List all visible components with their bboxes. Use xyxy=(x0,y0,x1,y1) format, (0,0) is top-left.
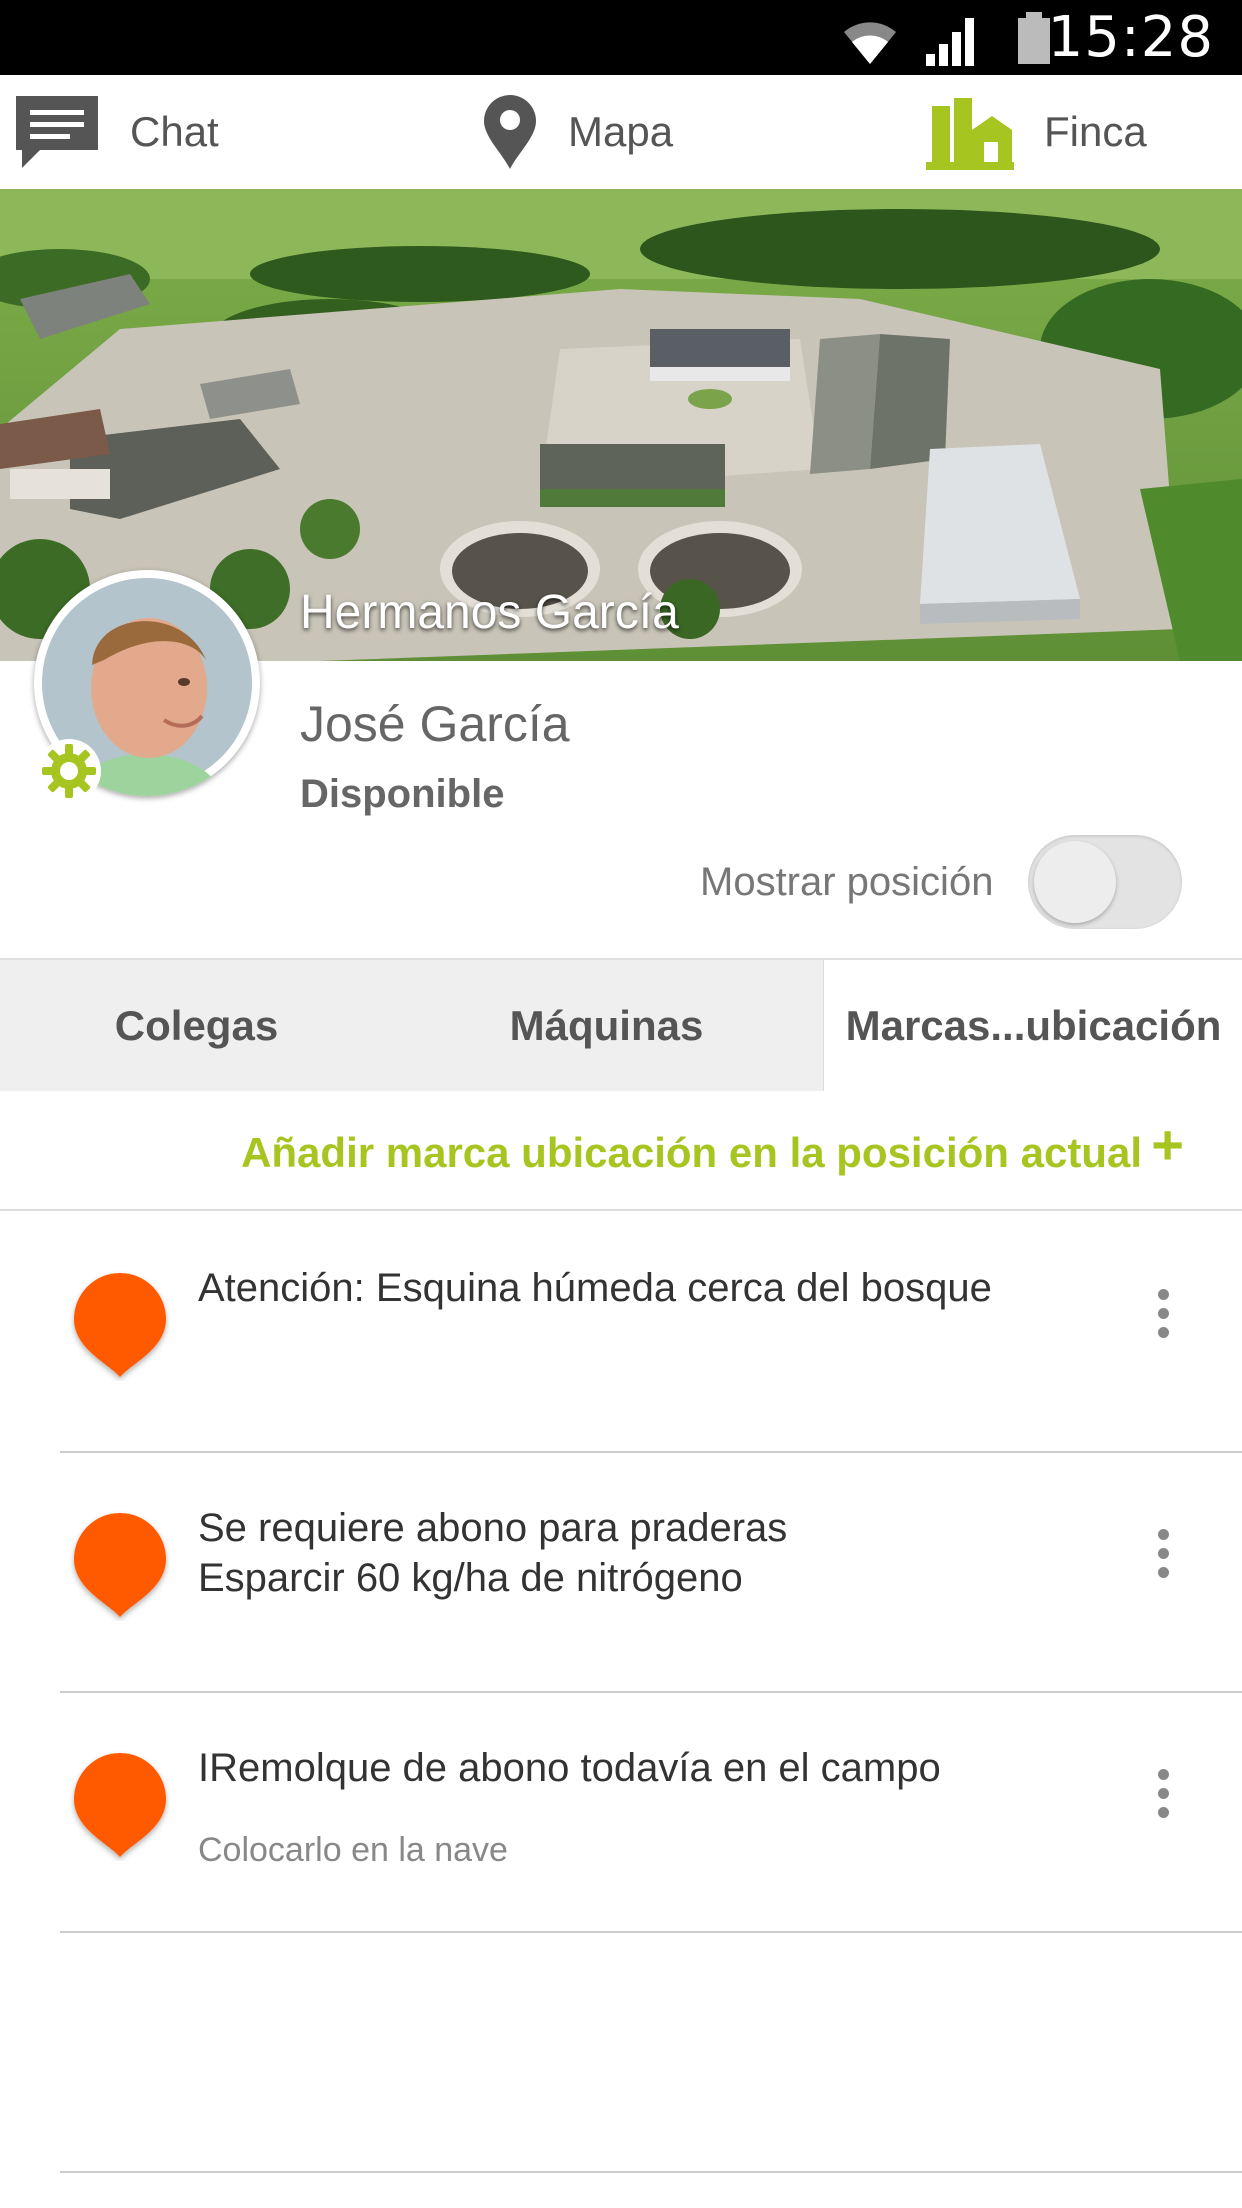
marker-title: IRemolque de abono todavía en el campo xyxy=(198,1743,941,1793)
more-options-icon[interactable] xyxy=(1148,1529,1178,1589)
list-item[interactable]: Se requiere abono para praderas Esparcir… xyxy=(60,1451,1242,1693)
marker-title-line: IRemolque de abono todavía en el campo xyxy=(198,1746,941,1790)
user-status: Disponible xyxy=(300,772,505,816)
location-marker-icon xyxy=(74,1753,166,1857)
marker-title-line: Se requiere abono para praderas xyxy=(198,1506,788,1550)
add-marker-label: Añadir marca ubicación en la posición ac… xyxy=(241,1129,1142,1176)
location-marker-icon xyxy=(74,1513,166,1617)
nav-farm-label: Finca xyxy=(1044,108,1147,155)
nav-map-label: Mapa xyxy=(568,108,674,155)
nav-farm[interactable]: Finca xyxy=(926,75,1147,189)
settings-gear-icon[interactable] xyxy=(36,738,102,804)
wifi-icon xyxy=(844,22,896,64)
nav-map[interactable]: Mapa xyxy=(482,75,673,189)
nav-chat[interactable]: Chat xyxy=(14,75,219,189)
more-options-icon[interactable] xyxy=(1148,1769,1178,1829)
signal-icon xyxy=(926,18,974,66)
plus-icon: + xyxy=(1151,1113,1184,1176)
tab-machines[interactable]: Máquinas xyxy=(410,960,803,1091)
location-marker-icon xyxy=(74,1273,166,1377)
list-item[interactable]: Atención: Esquina húmeda cerca del bosqu… xyxy=(60,1211,1242,1453)
user-name: José García xyxy=(300,696,570,752)
marker-title-line: Esparcir 60 kg/ha de nitrógeno xyxy=(198,1556,743,1600)
marker-title-line: Atención: Esquina húmeda cerca del bosqu… xyxy=(198,1266,992,1310)
tab-colleagues[interactable]: Colegas xyxy=(0,960,393,1091)
farm-name: Hermanos García xyxy=(300,586,679,639)
tab-bar: Colegas Máquinas Marcas...ubicación xyxy=(0,958,1242,1091)
marker-subtitle: Colocarlo en la nave xyxy=(198,1831,508,1869)
top-nav: Chat Mapa Finca xyxy=(0,75,1242,191)
clock: 15:28 xyxy=(1047,5,1214,70)
toggle-knob xyxy=(1034,841,1116,923)
list-item[interactable]: IRemolque de abono todavía en el campo C… xyxy=(60,1691,1242,1933)
chat-icon xyxy=(16,96,98,168)
more-options-icon[interactable] xyxy=(1148,1289,1178,1349)
farm-icon xyxy=(926,98,1014,170)
marker-title: Atención: Esquina húmeda cerca del bosqu… xyxy=(198,1263,992,1313)
nav-chat-label: Chat xyxy=(130,108,219,155)
map-pin-icon xyxy=(484,95,536,169)
add-location-marker-button[interactable]: Añadir marca ubicación en la posición ac… xyxy=(0,1089,1242,1211)
show-position-toggle[interactable] xyxy=(1028,835,1182,929)
status-bar: 15:28 xyxy=(0,0,1242,75)
tab-location-marks[interactable]: Marcas...ubicación xyxy=(823,960,1242,1091)
marker-title: Se requiere abono para praderas Esparcir… xyxy=(198,1503,787,1603)
list-item-empty xyxy=(60,1931,1242,2173)
show-position-label: Mostrar posición xyxy=(700,860,994,904)
